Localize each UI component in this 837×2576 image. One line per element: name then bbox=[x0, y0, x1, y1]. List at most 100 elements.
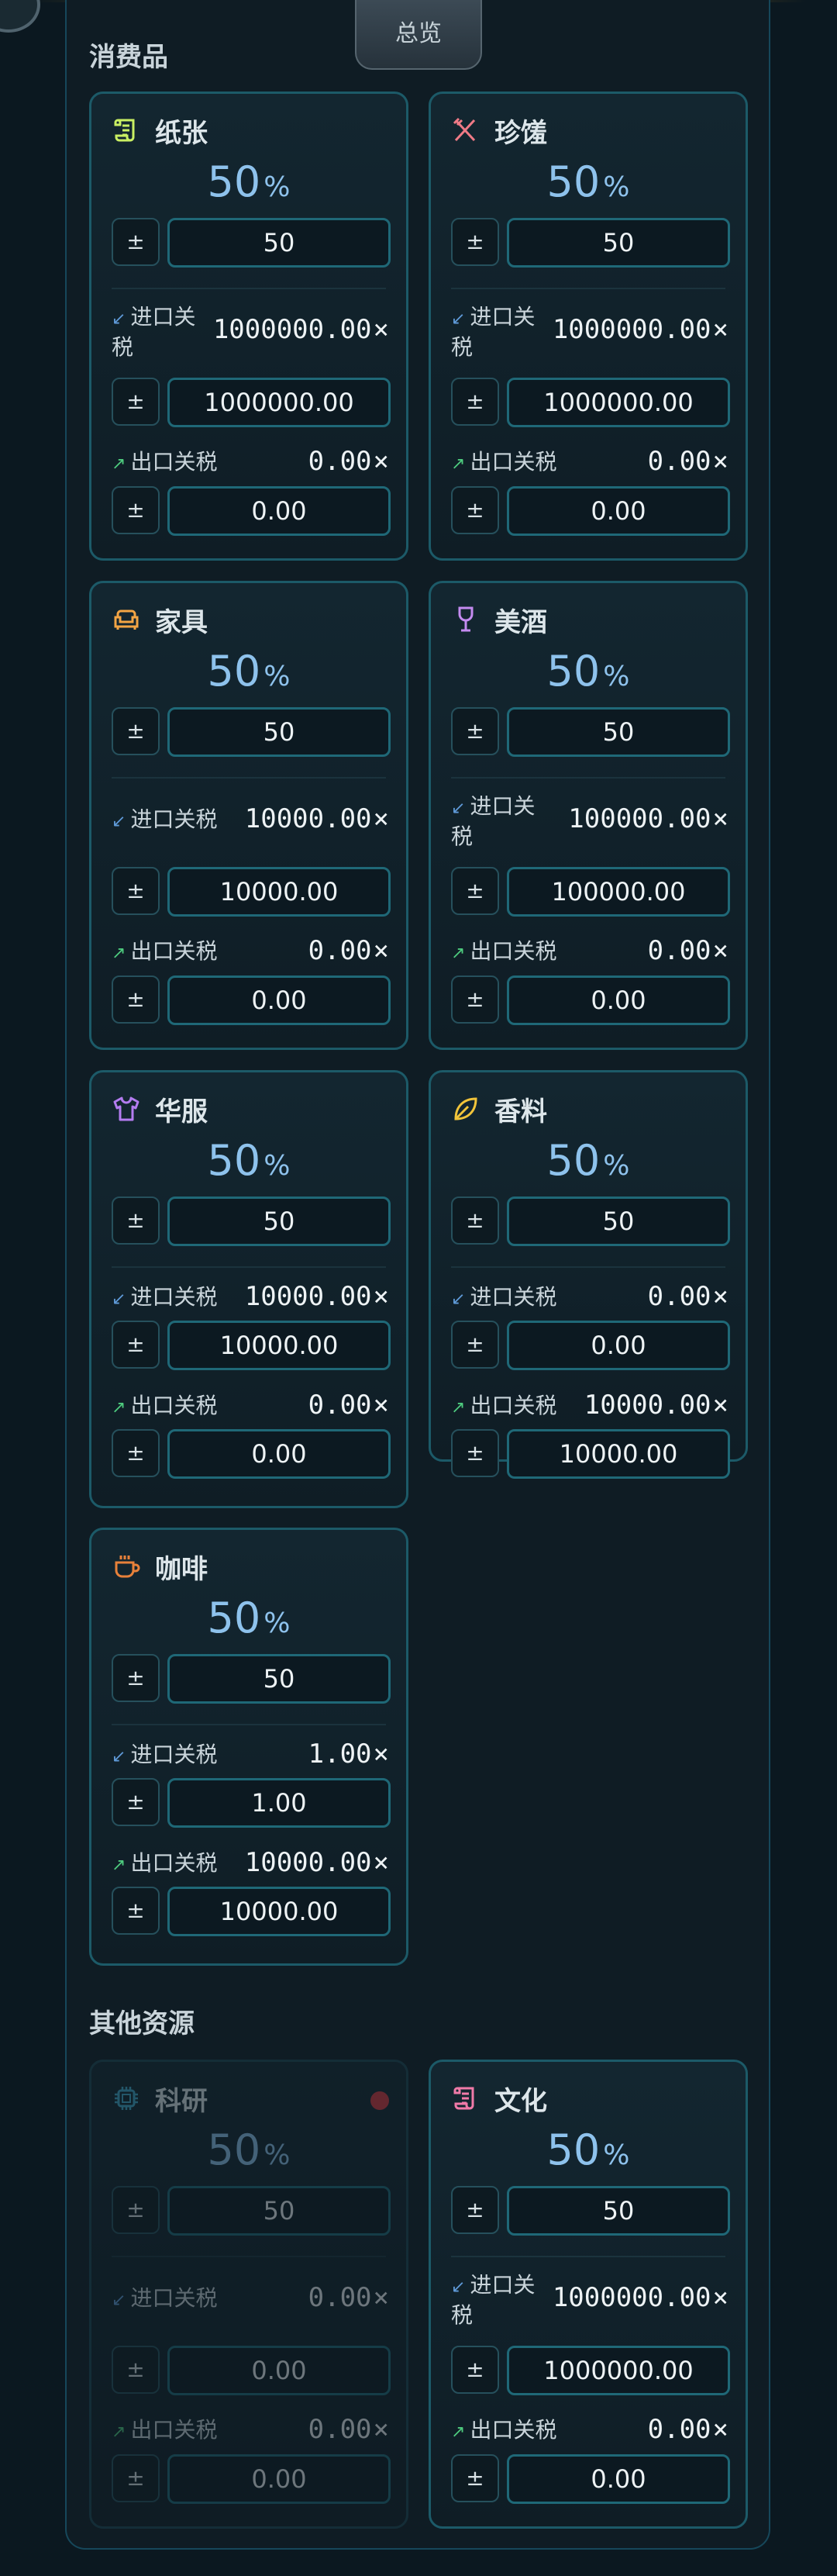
export-tariff-value: 0.00× bbox=[648, 446, 728, 477]
export-tariff-adjust-button[interactable]: ± bbox=[112, 975, 160, 1024]
import-tariff-label: ↙ 进口关税 bbox=[112, 1740, 259, 1772]
arrow-down-left-icon: ↙ bbox=[451, 2277, 466, 2297]
overview-tab[interactable]: 总览 bbox=[355, 0, 482, 70]
import-tariff-value: 10000.00× bbox=[245, 1281, 389, 1312]
resource-card: 香料 50% ±50 ↙ 进口关税 0.00× ±0.00 ↗ 出口关税 10000.00× ±10… bbox=[429, 1070, 748, 1479]
export-tariff-value: 10000.00× bbox=[584, 1390, 728, 1421]
export-tariff-input[interactable]: 0.00 bbox=[507, 486, 730, 536]
export-tariff-input[interactable]: 0.00 bbox=[167, 975, 391, 1025]
export-tariff-input[interactable]: 0.00 bbox=[507, 975, 730, 1025]
export-tariff-input[interactable]: 0.00 bbox=[167, 2454, 391, 2504]
export-tariff-input[interactable]: 0.00 bbox=[167, 1429, 391, 1479]
card-header: 美酒 bbox=[451, 602, 547, 638]
amount-adjust-button[interactable]: ± bbox=[112, 1654, 160, 1702]
resource-card: 咖啡 50% ±50 ↙ 进口关税 1.00× ±1.00 ↗ 出口关税 10000.00× ±10… bbox=[89, 1528, 408, 1966]
export-tariff-adjust-button[interactable]: ± bbox=[112, 1429, 160, 1477]
export-tariff-input[interactable]: 10000.00 bbox=[167, 1887, 391, 1936]
import-tariff-text: 进口关税 bbox=[130, 806, 218, 832]
amount-input[interactable]: 50 bbox=[507, 1196, 730, 1246]
import-tariff-adjust-button[interactable]: ± bbox=[112, 1778, 160, 1826]
resource-card: 文化 50% ±50 ↙ 进口关税 1000000.00× ±1000000.00 ↗ 出口关税… bbox=[429, 2060, 748, 2529]
percentage-value: 50 bbox=[207, 2125, 261, 2174]
import-tariff-input[interactable]: 10000.00 bbox=[167, 1321, 391, 1370]
resource-name: 纸张 bbox=[155, 117, 208, 149]
amount-input[interactable]: 50 bbox=[507, 218, 730, 268]
shirt-icon bbox=[113, 1096, 140, 1121]
export-tariff-adjust-button[interactable]: ± bbox=[112, 1887, 160, 1935]
export-tariff-adjust-button[interactable]: ± bbox=[112, 486, 160, 534]
import-tariff-adjust-button[interactable]: ± bbox=[451, 867, 499, 915]
arrow-up-right-icon: ↗ bbox=[112, 1398, 126, 1417]
import-tariff-input[interactable]: 10000.00 bbox=[167, 867, 391, 917]
amount-input[interactable]: 50 bbox=[167, 1654, 391, 1704]
import-tariff-adjust-button[interactable]: ± bbox=[451, 378, 499, 426]
import-tariff-label: ↙ 进口关税 bbox=[112, 2284, 259, 2315]
wine-glass-icon bbox=[458, 606, 474, 632]
export-tariff-value: 0.00× bbox=[308, 935, 389, 966]
resource-card: 纸张 50% ±50 ↙ 进口关税 1000000.00× ±1000000.00 ↗ 出口关税… bbox=[89, 92, 408, 561]
amount-adjust-button[interactable]: ± bbox=[451, 2186, 499, 2234]
export-tariff-number: 0.00 bbox=[647, 935, 711, 966]
amount-input[interactable]: 50 bbox=[507, 2186, 730, 2236]
amount-adjust-button[interactable]: ± bbox=[451, 1196, 499, 1245]
import-tariff-label: ↙ 进口关税 bbox=[112, 303, 205, 361]
export-tariff-label: ↗ 出口关税 bbox=[112, 1849, 259, 1880]
amount-input[interactable]: 50 bbox=[167, 2186, 391, 2236]
export-tariff-adjust-button[interactable]: ± bbox=[451, 486, 499, 534]
arrow-down-left-icon: ↙ bbox=[112, 309, 126, 329]
import-tariff-number: 0.00 bbox=[308, 2282, 372, 2313]
import-tariff-value: 1000000.00× bbox=[553, 2282, 728, 2313]
import-tariff-value: 0.00× bbox=[308, 2282, 389, 2313]
arrow-up-right-icon: ↗ bbox=[451, 1398, 466, 1417]
resource-card: 科研 50% ±50 ↙ 进口关税 0.00× ±0.00 ↗ 出口关税 0.00× ±0.00 bbox=[89, 2060, 408, 2529]
export-tariff-input[interactable]: 10000.00 bbox=[507, 1429, 730, 1479]
amount-input[interactable]: 50 bbox=[167, 707, 391, 757]
resource-card: 华服 50% ±50 ↙ 进口关税 10000.00× ±10000.00 ↗ 出口关税 0.00… bbox=[89, 1070, 408, 1508]
import-tariff-input[interactable]: 0.00 bbox=[507, 1321, 730, 1370]
multiplier-sign: × bbox=[712, 2282, 728, 2313]
import-tariff-input[interactable]: 1.00 bbox=[167, 1778, 391, 1828]
import-tariff-adjust-button[interactable]: ± bbox=[112, 2346, 160, 2394]
scroll-icon bbox=[453, 2087, 474, 2110]
export-tariff-text: 出口关税 bbox=[130, 449, 218, 475]
amount-adjust-button[interactable]: ± bbox=[451, 218, 499, 266]
import-tariff-adjust-button[interactable]: ± bbox=[112, 867, 160, 915]
amount-input[interactable]: 50 bbox=[167, 218, 391, 268]
export-tariff-adjust-button[interactable]: ± bbox=[451, 1429, 499, 1477]
import-tariff-input[interactable]: 1000000.00 bbox=[167, 378, 391, 427]
import-tariff-adjust-button[interactable]: ± bbox=[451, 2346, 499, 2394]
percentage-display: 50% bbox=[91, 647, 406, 696]
import-tariff-input[interactable]: 1000000.00 bbox=[507, 2346, 730, 2395]
amount-adjust-button[interactable]: ± bbox=[112, 218, 160, 266]
import-tariff-value: 1000000.00× bbox=[553, 314, 728, 345]
divider bbox=[112, 2256, 386, 2257]
multiplier-sign: × bbox=[373, 446, 389, 477]
arrow-up-right-icon: ↗ bbox=[451, 944, 466, 963]
import-tariff-adjust-button[interactable]: ± bbox=[112, 1321, 160, 1369]
export-tariff-value: 0.00× bbox=[308, 1390, 389, 1421]
export-tariff-adjust-button[interactable]: ± bbox=[451, 2454, 499, 2502]
import-tariff-adjust-button[interactable]: ± bbox=[112, 378, 160, 426]
export-tariff-input[interactable]: 0.00 bbox=[167, 486, 391, 536]
export-tariff-input[interactable]: 0.00 bbox=[507, 2454, 730, 2504]
export-tariff-adjust-button[interactable]: ± bbox=[451, 975, 499, 1024]
amount-input[interactable]: 50 bbox=[507, 707, 730, 757]
multiplier-sign: × bbox=[373, 1281, 389, 1312]
export-tariff-adjust-button[interactable]: ± bbox=[112, 2454, 160, 2502]
amount-adjust-button[interactable]: ± bbox=[112, 2186, 160, 2234]
amount-input[interactable]: 50 bbox=[167, 1196, 391, 1246]
multiplier-sign: × bbox=[712, 935, 728, 966]
amount-adjust-button[interactable]: ± bbox=[112, 1196, 160, 1245]
import-tariff-input[interactable]: 100000.00 bbox=[507, 867, 730, 917]
percent-unit: % bbox=[264, 1607, 291, 1639]
import-tariff-input[interactable]: 0.00 bbox=[167, 2346, 391, 2395]
import-tariff-adjust-button[interactable]: ± bbox=[451, 1321, 499, 1369]
percent-unit: % bbox=[603, 2139, 630, 2171]
divider bbox=[112, 288, 386, 289]
import-tariff-label: ↙ 进口关税 bbox=[112, 805, 259, 837]
arrow-down-left-icon: ↙ bbox=[451, 1290, 466, 1309]
import-tariff-input[interactable]: 1000000.00 bbox=[507, 378, 730, 427]
amount-adjust-button[interactable]: ± bbox=[112, 707, 160, 755]
amount-adjust-button[interactable]: ± bbox=[451, 707, 499, 755]
percentage-display: 50% bbox=[431, 1136, 746, 1185]
